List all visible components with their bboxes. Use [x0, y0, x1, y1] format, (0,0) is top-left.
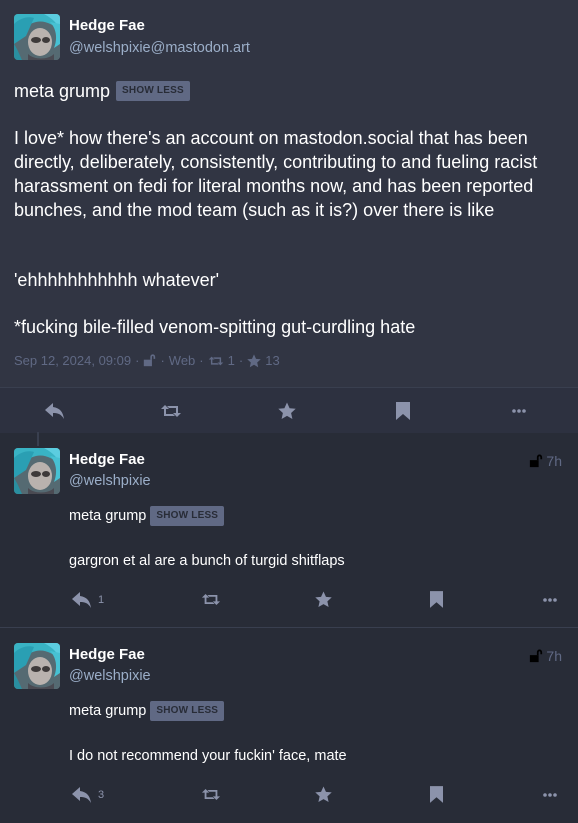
bookmark-button[interactable] [396, 388, 410, 433]
time-ago: 7h [546, 453, 562, 469]
avatar[interactable] [14, 448, 60, 494]
timestamp[interactable]: Sep 12, 2024, 09:09 [14, 353, 131, 368]
reply-icon [72, 787, 92, 803]
show-less-button[interactable]: SHOW LESS [116, 81, 190, 101]
boost-icon [201, 787, 221, 802]
content-warning-text: meta grump [69, 703, 147, 719]
separator: · [238, 353, 244, 368]
show-less-button[interactable]: SHOW LESS [150, 506, 225, 526]
reply-status: Hedge Fae @welshpixie 7h meta grump SHOW… [0, 627, 578, 823]
favourite-button[interactable] [278, 388, 296, 433]
display-name[interactable]: Hedge Fae [69, 451, 145, 468]
reply-button[interactable] [45, 388, 65, 433]
reply-text: gargron et al are a bunch of turgid shit… [69, 553, 345, 569]
main-status: Hedge Fae @welshpixie@mastodon.art meta … [0, 0, 578, 433]
ellipsis-icon [512, 409, 526, 413]
boost-icon [201, 592, 221, 607]
time-ago: 7h [546, 648, 562, 664]
content-warning: meta grump SHOW LESS [69, 701, 225, 721]
content-warning: meta grump SHOW LESS [69, 506, 225, 526]
reply-button[interactable]: 3 [72, 772, 104, 817]
reply-icon [45, 403, 65, 419]
display-name[interactable]: Hedge Fae [69, 17, 145, 34]
unlock-icon [143, 354, 156, 367]
favourite-button[interactable] [315, 772, 332, 817]
status-meta: Sep 12, 2024, 09:09 · · Web · 1 · 13 [14, 353, 280, 368]
reply-count: 3 [98, 788, 105, 801]
status-paragraph-3: *fucking bile-filled venom-spitting gut-… [14, 317, 416, 337]
unlock-icon [529, 649, 543, 663]
avatar[interactable] [14, 14, 60, 60]
favourite-count-icon [247, 354, 261, 368]
separator: · [160, 353, 165, 368]
account-handle[interactable]: @welshpixie [69, 668, 151, 684]
reply-count: 1 [98, 593, 105, 606]
ellipsis-icon [543, 598, 557, 602]
favourite-count[interactable]: 13 [265, 353, 279, 368]
favourite-button[interactable] [315, 577, 332, 622]
boost-button[interactable] [160, 388, 182, 433]
application-name: Web [168, 353, 196, 368]
star-icon [278, 402, 296, 420]
show-less-button[interactable]: SHOW LESS [150, 701, 225, 721]
boost-count-icon [208, 355, 224, 367]
status-paragraph-2: 'ehhhhhhhhhhh whatever' [14, 270, 220, 290]
boost-icon [160, 403, 182, 419]
star-icon [315, 591, 332, 608]
avatar[interactable] [14, 643, 60, 689]
account-handle[interactable]: @welshpixie [69, 473, 151, 489]
bookmark-icon [396, 402, 410, 420]
more-button[interactable] [512, 388, 526, 433]
star-icon [315, 786, 332, 803]
separator: · [135, 353, 140, 368]
status-paragraph-1: I love* how there's an account on mastod… [14, 128, 538, 220]
boost-count[interactable]: 1 [228, 353, 235, 368]
avatar-image [14, 448, 60, 494]
more-button[interactable] [543, 772, 557, 817]
avatar-image [14, 643, 60, 689]
bookmark-button[interactable] [430, 577, 443, 622]
content-warning: meta grump SHOW LESS [14, 80, 190, 102]
bookmark-icon [430, 786, 443, 803]
separator: · [199, 353, 204, 368]
relative-time[interactable]: 7h [529, 453, 562, 469]
status-action-bar [0, 387, 578, 433]
relative-time[interactable]: 7h [529, 648, 562, 664]
boost-button[interactable] [201, 772, 221, 817]
bookmark-button[interactable] [430, 772, 443, 817]
reply-icon [72, 592, 92, 608]
account-handle[interactable]: @welshpixie@mastodon.art [69, 40, 250, 56]
bookmark-icon [430, 591, 443, 608]
unlock-icon [529, 454, 543, 468]
ellipsis-icon [543, 793, 557, 797]
boost-button[interactable] [201, 577, 221, 622]
more-button[interactable] [543, 577, 557, 622]
reply-status: Hedge Fae @welshpixie 7h meta grump SHOW… [0, 432, 578, 627]
display-name[interactable]: Hedge Fae [69, 646, 145, 663]
reply-button[interactable]: 1 [72, 577, 104, 622]
content-warning-text: meta grump [69, 508, 147, 524]
content-warning-text: meta grump [14, 80, 111, 101]
reply-text: I do not recommend your fuckin' face, ma… [69, 748, 347, 764]
avatar-image [14, 14, 60, 60]
